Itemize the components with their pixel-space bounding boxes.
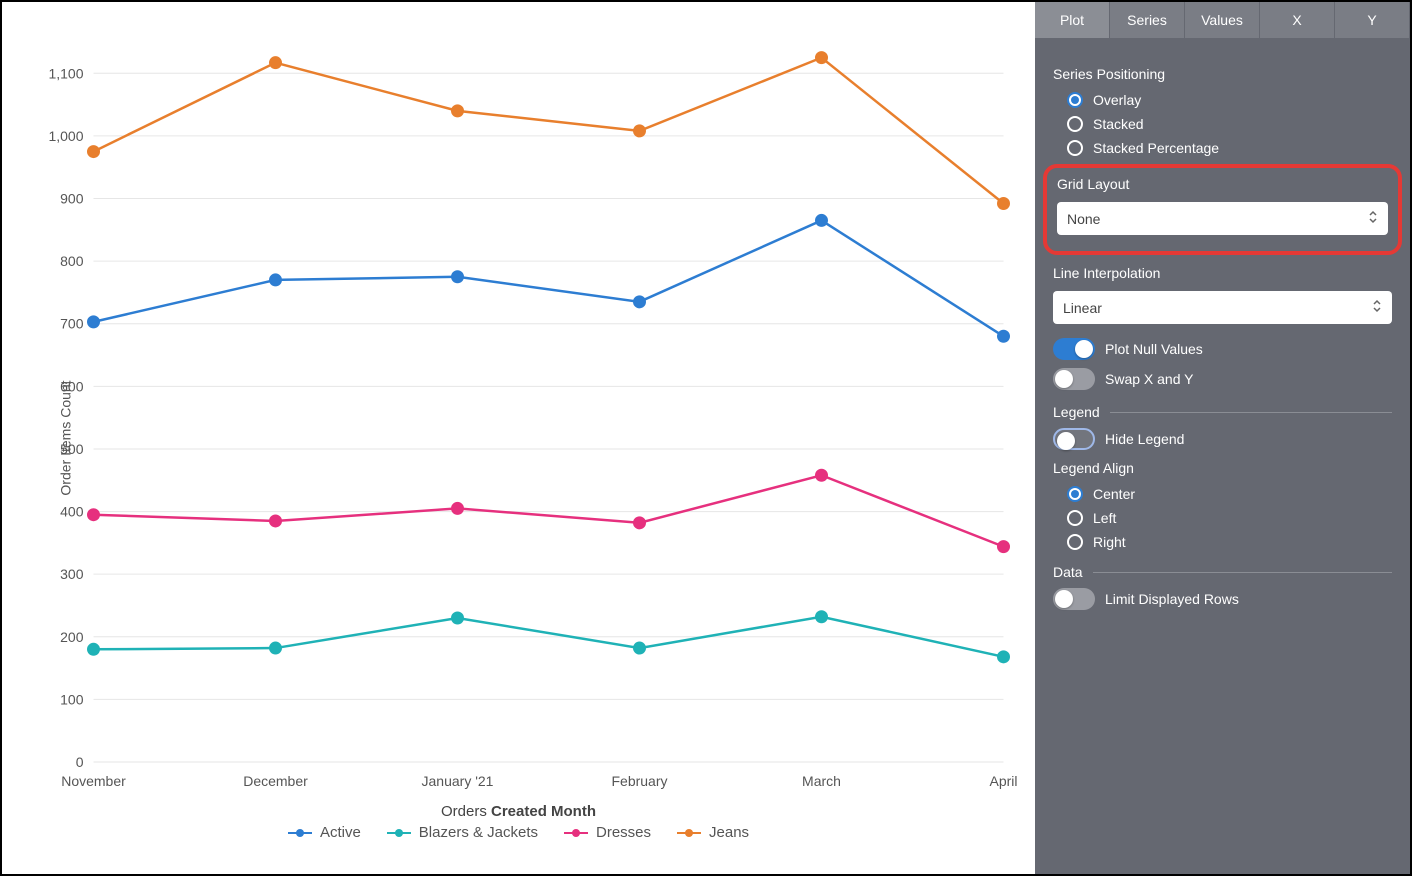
plot-null-values-toggle[interactable] bbox=[1053, 338, 1095, 360]
svg-text:0: 0 bbox=[76, 754, 84, 770]
tab-y[interactable]: Y bbox=[1335, 2, 1410, 38]
series-positioning-radio-stacked[interactable] bbox=[1067, 116, 1083, 132]
chart-legend: Active Blazers & Jackets Dresses Jeans bbox=[12, 824, 1025, 841]
legend-label: Dresses bbox=[596, 824, 651, 841]
svg-text:200: 200 bbox=[60, 629, 84, 645]
legend-swatch-icon bbox=[387, 832, 411, 834]
data-section-label: Data bbox=[1053, 564, 1083, 580]
legend-align-radio-left[interactable] bbox=[1067, 510, 1083, 526]
legend-swatch-icon bbox=[564, 832, 588, 834]
svg-text:300: 300 bbox=[60, 566, 84, 582]
legend-align-radio-label: Left bbox=[1093, 510, 1116, 526]
series-positioning-radio-stacked-percentage[interactable] bbox=[1067, 140, 1083, 156]
tab-values[interactable]: Values bbox=[1185, 2, 1260, 38]
tab-x[interactable]: X bbox=[1260, 2, 1335, 38]
series-positioning-radio-label: Overlay bbox=[1093, 92, 1141, 108]
legend-item[interactable]: Blazers & Jackets bbox=[387, 824, 538, 841]
svg-text:900: 900 bbox=[60, 191, 84, 207]
legend-align-radio-label: Right bbox=[1093, 534, 1126, 550]
line-chart: 01002003004005006007008009001,0001,100No… bbox=[12, 22, 1025, 802]
legend-align-radio-center[interactable] bbox=[1067, 486, 1083, 502]
legend-label: Jeans bbox=[709, 824, 749, 841]
svg-text:March: March bbox=[802, 773, 841, 789]
svg-text:100: 100 bbox=[60, 691, 84, 707]
svg-text:800: 800 bbox=[60, 253, 84, 269]
svg-text:November: November bbox=[61, 773, 126, 789]
limit-rows-label: Limit Displayed Rows bbox=[1105, 591, 1239, 607]
x-axis-label: Orders Created Month bbox=[12, 803, 1025, 820]
line-interpolation-label: Line Interpolation bbox=[1053, 265, 1392, 281]
svg-text:700: 700 bbox=[60, 316, 84, 332]
plot-null-values-label: Plot Null Values bbox=[1105, 341, 1203, 357]
grid-layout-label: Grid Layout bbox=[1057, 176, 1388, 192]
limit-rows-toggle[interactable] bbox=[1053, 588, 1095, 610]
legend-item[interactable]: Dresses bbox=[564, 824, 651, 841]
legend-align-label: Legend Align bbox=[1053, 460, 1392, 476]
svg-text:1,100: 1,100 bbox=[48, 65, 83, 81]
svg-text:January '21: January '21 bbox=[422, 773, 494, 789]
legend-label: Active bbox=[320, 824, 361, 841]
select-chevron-icon bbox=[1372, 299, 1382, 316]
svg-text:April: April bbox=[989, 773, 1017, 789]
svg-text:1,000: 1,000 bbox=[48, 128, 83, 144]
tab-plot[interactable]: Plot bbox=[1035, 2, 1110, 38]
grid-layout-highlight: Grid Layout None bbox=[1043, 164, 1402, 255]
y-axis-label: Order Items Count bbox=[58, 380, 74, 495]
series-positioning-label: Series Positioning bbox=[1053, 66, 1392, 82]
svg-text:400: 400 bbox=[60, 504, 84, 520]
hide-legend-toggle[interactable] bbox=[1053, 428, 1095, 450]
legend-align-radio-right[interactable] bbox=[1067, 534, 1083, 550]
legend-align-radio-label: Center bbox=[1093, 486, 1135, 502]
svg-text:February: February bbox=[611, 773, 667, 789]
select-chevron-icon bbox=[1368, 210, 1378, 227]
svg-text:December: December bbox=[243, 773, 308, 789]
legend-section-label: Legend bbox=[1053, 404, 1100, 420]
series-positioning-radio-overlay[interactable] bbox=[1067, 92, 1083, 108]
hide-legend-label: Hide Legend bbox=[1105, 431, 1184, 447]
swap-xy-toggle[interactable] bbox=[1053, 368, 1095, 390]
settings-tabs: PlotSeriesValuesXY bbox=[1035, 2, 1410, 38]
legend-swatch-icon bbox=[677, 832, 701, 834]
legend-item[interactable]: Jeans bbox=[677, 824, 749, 841]
tab-series[interactable]: Series bbox=[1110, 2, 1185, 38]
series-positioning-radio-label: Stacked Percentage bbox=[1093, 140, 1219, 156]
swap-xy-label: Swap X and Y bbox=[1105, 371, 1193, 387]
legend-swatch-icon bbox=[288, 832, 312, 834]
series-positioning-radio-label: Stacked bbox=[1093, 116, 1144, 132]
legend-label: Blazers & Jackets bbox=[419, 824, 538, 841]
line-interpolation-select[interactable]: Linear bbox=[1053, 291, 1392, 324]
legend-item[interactable]: Active bbox=[288, 824, 361, 841]
settings-sidebar: PlotSeriesValuesXY Series Positioning Ov… bbox=[1035, 2, 1410, 874]
grid-layout-select[interactable]: None bbox=[1057, 202, 1388, 235]
chart-panel: Order Items Count 0100200300400500600700… bbox=[2, 2, 1035, 874]
